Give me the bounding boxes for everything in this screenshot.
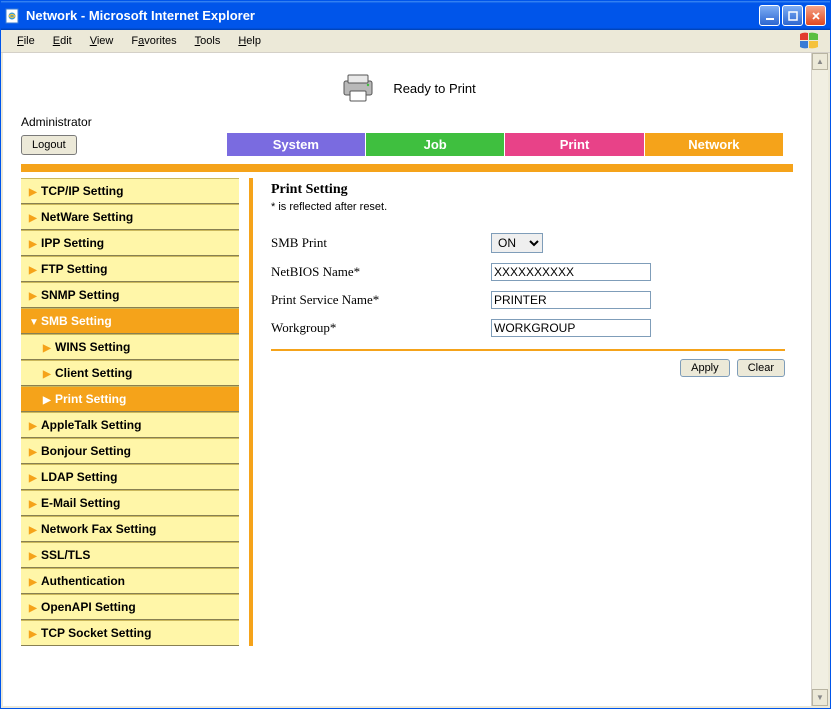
- arrow-right-icon: ▶: [29, 421, 41, 432]
- sidebar-item-appletalk[interactable]: ▶AppleTalk Setting: [21, 412, 239, 438]
- arrow-right-icon: ▶: [29, 291, 41, 302]
- sidebar-item-ipp[interactable]: ▶IPP Setting: [21, 230, 239, 256]
- vertical-divider: [249, 178, 253, 646]
- window-title: Network - Microsoft Internet Explorer: [26, 8, 759, 23]
- row-netbios: NetBIOS Name*: [271, 263, 785, 281]
- arrow-right-icon: ▶: [43, 369, 55, 380]
- netbios-label: NetBIOS Name*: [271, 264, 491, 280]
- content-area: Ready to Print Administrator Logout Syst…: [1, 53, 830, 708]
- panel-title: Print Setting: [271, 182, 785, 198]
- arrow-right-icon: ▶: [29, 213, 41, 224]
- close-button[interactable]: [805, 5, 826, 26]
- tab-bar: System Job Print Network: [227, 133, 783, 156]
- arrow-right-icon: ▶: [29, 551, 41, 562]
- menu-help[interactable]: Help: [230, 33, 269, 49]
- menu-edit[interactable]: Edit: [45, 33, 80, 49]
- smb-print-label: SMB Print: [271, 235, 491, 251]
- arrow-right-icon: ▶: [29, 577, 41, 588]
- arrow-right-icon: ▶: [29, 525, 41, 536]
- sidebar-sub-client[interactable]: ▶Client Setting: [21, 360, 239, 386]
- workgroup-input[interactable]: [491, 319, 651, 337]
- minimize-button[interactable]: [759, 5, 780, 26]
- netbios-input[interactable]: [491, 263, 651, 281]
- window-controls: [759, 5, 826, 26]
- arrow-right-icon: ▶: [29, 499, 41, 510]
- menubar: File Edit View Favorites Tools Help: [1, 30, 830, 53]
- sidebar-item-tcpip[interactable]: ▶TCP/IP Setting: [21, 178, 239, 204]
- apply-button[interactable]: Apply: [680, 359, 730, 377]
- page: Ready to Print Administrator Logout Syst…: [3, 53, 811, 706]
- menu-file[interactable]: File: [9, 33, 43, 49]
- panel-divider: [271, 349, 785, 351]
- arrow-right-icon: ▶: [29, 187, 41, 198]
- service-input[interactable]: [491, 291, 651, 309]
- main-columns: ▶TCP/IP Setting ▶NetWare Setting ▶IPP Se…: [3, 178, 811, 646]
- top-row: Logout System Job Print Network: [3, 133, 811, 164]
- maximize-button[interactable]: [782, 5, 803, 26]
- sidebar-item-auth[interactable]: ▶Authentication: [21, 568, 239, 594]
- arrow-right-icon: ▶: [29, 629, 41, 640]
- tab-system[interactable]: System: [227, 133, 366, 156]
- sidebar: ▶TCP/IP Setting ▶NetWare Setting ▶IPP Se…: [21, 178, 239, 646]
- tab-print[interactable]: Print: [505, 133, 644, 156]
- workgroup-label: Workgroup*: [271, 320, 491, 336]
- sidebar-item-netware[interactable]: ▶NetWare Setting: [21, 204, 239, 230]
- arrow-right-icon: ▶: [29, 265, 41, 276]
- arrow-right-icon: ▶: [29, 473, 41, 484]
- scroll-down-icon[interactable]: ▼: [812, 689, 828, 706]
- ie-page-icon: [5, 8, 21, 24]
- status-text: Ready to Print: [393, 81, 475, 96]
- row-smb-print: SMB Print ON: [271, 233, 785, 253]
- arrow-down-icon: ▼: [29, 317, 41, 328]
- sidebar-item-openapi[interactable]: ▶OpenAPI Setting: [21, 594, 239, 620]
- settings-panel: Print Setting * is reflected after reset…: [263, 178, 793, 381]
- service-label: Print Service Name*: [271, 292, 491, 308]
- windows-logo-icon: [798, 30, 820, 52]
- status-area: Ready to Print: [3, 53, 811, 113]
- tab-job[interactable]: Job: [366, 133, 505, 156]
- sidebar-item-email[interactable]: ▶E-Mail Setting: [21, 490, 239, 516]
- arrow-right-icon: ▶: [29, 447, 41, 458]
- sidebar-item-smb[interactable]: ▼SMB Setting: [21, 308, 239, 334]
- logout-button[interactable]: Logout: [21, 135, 77, 155]
- scroll-up-icon[interactable]: ▲: [812, 53, 828, 70]
- section-divider: [21, 164, 793, 172]
- browser-window: Network - Microsoft Internet Explorer Fi…: [0, 0, 831, 709]
- arrow-right-icon: ▶: [43, 395, 55, 406]
- panel-actions: Apply Clear: [271, 359, 785, 377]
- sidebar-item-ldap[interactable]: ▶LDAP Setting: [21, 464, 239, 490]
- menu-tools[interactable]: Tools: [187, 33, 229, 49]
- sidebar-item-bonjour[interactable]: ▶Bonjour Setting: [21, 438, 239, 464]
- printer-icon: [338, 73, 378, 103]
- sidebar-sub-print[interactable]: ▶Print Setting: [21, 386, 239, 412]
- row-service: Print Service Name*: [271, 291, 785, 309]
- row-workgroup: Workgroup*: [271, 319, 785, 337]
- vertical-scrollbar[interactable]: ▲ ▼: [811, 53, 828, 706]
- menu-view[interactable]: View: [82, 33, 122, 49]
- tab-network[interactable]: Network: [645, 133, 783, 156]
- sidebar-item-ssltls[interactable]: ▶SSL/TLS: [21, 542, 239, 568]
- panel-note: * is reflected after reset.: [271, 201, 785, 213]
- menu-favorites[interactable]: Favorites: [123, 33, 184, 49]
- admin-label: Administrator: [3, 113, 811, 133]
- sidebar-item-tcpsocket[interactable]: ▶TCP Socket Setting: [21, 620, 239, 646]
- arrow-right-icon: ▶: [29, 239, 41, 250]
- sidebar-item-snmp[interactable]: ▶SNMP Setting: [21, 282, 239, 308]
- sidebar-sub-wins[interactable]: ▶WINS Setting: [21, 334, 239, 360]
- clear-button[interactable]: Clear: [737, 359, 785, 377]
- titlebar: Network - Microsoft Internet Explorer: [1, 1, 830, 30]
- arrow-right-icon: ▶: [29, 603, 41, 614]
- sidebar-item-ftp[interactable]: ▶FTP Setting: [21, 256, 239, 282]
- arrow-right-icon: ▶: [43, 343, 55, 354]
- smb-print-select[interactable]: ON: [491, 233, 543, 253]
- sidebar-item-networkfax[interactable]: ▶Network Fax Setting: [21, 516, 239, 542]
